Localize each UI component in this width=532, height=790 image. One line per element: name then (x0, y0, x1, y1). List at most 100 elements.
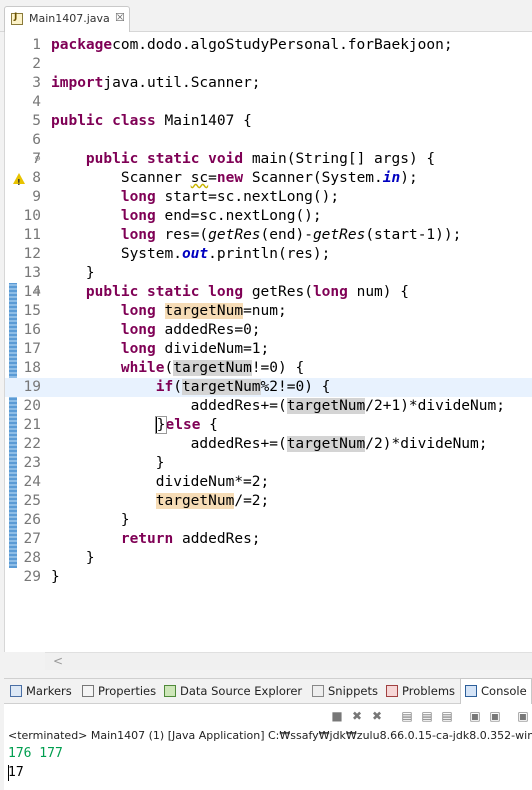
code-token: (start-1)); (365, 227, 462, 243)
code-line[interactable]: 9 long start=sc.nextLong(); (5, 188, 532, 207)
code-line[interactable]: 19 if(targetNum%2!=0) { (5, 378, 532, 397)
code-token: long (120, 208, 156, 224)
word-wrap-icon[interactable]: ▤ (440, 709, 454, 723)
code-token: long (120, 322, 156, 338)
code-token: targetNum (173, 360, 252, 376)
tab-properties-label: Properties (98, 684, 157, 698)
bottom-view-tabs: Markers Properties Data Source Explorer … (4, 678, 532, 705)
code-text: } (51, 568, 60, 587)
code-token: if (155, 379, 174, 395)
code-text: public class Main1407 { (51, 112, 252, 131)
line-number: 19 (23, 379, 41, 395)
code-line[interactable]: 25 targetNum/=2; (5, 492, 532, 511)
code-token: getRes (312, 227, 366, 243)
code-token: /=2; (234, 493, 270, 509)
code-line[interactable]: 1 packagecom.dodo.algoStudyPersonal.forBa… (5, 36, 532, 55)
code-line[interactable]: 27 return addedRes; (5, 530, 532, 549)
code-line[interactable]: 15 long targetNum=num; (5, 302, 532, 321)
line-number: 20 (23, 398, 41, 414)
code-token: Scanner(System. (243, 170, 383, 186)
editor-tab-bar: Main1407.java ☒ (0, 0, 532, 32)
terminate-icon[interactable]: ■ (330, 709, 344, 723)
code-line[interactable]: 4 (5, 93, 532, 112)
collapse-icon[interactable]: ⊖ (35, 283, 40, 302)
code-text: packagecom.dodo.algoStudyPersonal.forBae… (51, 36, 453, 55)
code-line[interactable]: 17 long divideNum=1; (5, 340, 532, 359)
code-line[interactable]: 12 System.out.println(res); (5, 245, 532, 264)
line-number: 26 (23, 512, 41, 528)
code-line[interactable]: 10 long end=sc.nextLong(); (5, 207, 532, 226)
code-line[interactable]: 22 addedRes+=(targetNum/2)*divideNum; (5, 435, 532, 454)
code-line[interactable]: 8 Scanner sc=new Scanner(System.in); (5, 169, 532, 192)
line-number: 6 (32, 132, 41, 148)
horizontal-scrollbar[interactable]: < (45, 652, 532, 670)
code-line[interactable]: 11 long res=(getRes(end)-getRes(start-1)… (5, 226, 532, 245)
code-text: addedRes+=(targetNum/2+1)*divideNum; (51, 397, 505, 416)
editor-tab-main1407[interactable]: Main1407.java ☒ (4, 6, 130, 32)
console-output-area[interactable]: 176 177 17 (4, 744, 532, 790)
code-line[interactable]: 23 } (5, 454, 532, 473)
show-on-stderr-icon[interactable]: ▣ (488, 709, 502, 723)
tab-problems-label: Problems (402, 684, 456, 698)
code-line[interactable]: 24 divideNum*=2; (5, 473, 532, 492)
console-icon (465, 684, 477, 697)
code-token: { (200, 417, 218, 433)
code-token: com.dodo.algoStudyPersonal.forBaekjoon; (112, 37, 453, 53)
close-tab-icon[interactable]: ☒ (115, 11, 125, 24)
code-token: addedRes+=( (51, 398, 287, 414)
line-number: 21 (23, 417, 41, 433)
code-token: class (112, 113, 156, 129)
open-console-icon[interactable]: ▣ (516, 709, 530, 723)
tab-console[interactable]: Console (460, 678, 532, 705)
console-caret (8, 765, 9, 781)
remove-all-launches-icon[interactable]: ✖ (370, 709, 384, 723)
scroll-lock-icon[interactable]: ▤ (420, 709, 434, 723)
tab-data-source-explorer[interactable]: Data Source Explorer (164, 679, 302, 703)
remove-launch-icon[interactable]: ✖ (350, 709, 364, 723)
code-token: Main1407 { (155, 113, 252, 129)
tab-snippets-label: Snippets (328, 684, 378, 698)
tab-snippets[interactable]: Snippets (312, 679, 378, 703)
scroll-left-icon[interactable]: < (53, 654, 63, 668)
code-token: !=0) { (251, 360, 305, 376)
tab-problems[interactable]: Problems (386, 679, 455, 703)
collapse-icon[interactable]: ⊖ (35, 150, 40, 169)
code-line[interactable]: 13 } (5, 264, 532, 283)
code-token: sc (190, 170, 209, 186)
tab-markers[interactable]: Markers (10, 679, 72, 703)
code-line[interactable]: 5 public class Main1407 { (5, 112, 532, 131)
code-token: divideNum=1; (155, 341, 270, 357)
show-on-stdout-icon[interactable]: ▣ (468, 709, 482, 723)
code-line[interactable]: 7 ⊖ public static void main(String[] args… (5, 150, 532, 169)
code-token: static (147, 284, 200, 300)
code-token: addedRes; (173, 531, 261, 547)
code-token: out (181, 246, 209, 262)
code-token: } (51, 569, 60, 585)
code-token: end=sc.nextLong(); (155, 208, 322, 224)
code-line[interactable]: 18 while(targetNum!=0) { (5, 359, 532, 378)
code-line[interactable]: 14 ⊖ public static long getRes(long num) … (5, 283, 532, 302)
code-line[interactable]: 26 } (5, 511, 532, 530)
code-line[interactable]: 16 long addedRes=0; (5, 321, 532, 340)
code-text: Scanner sc=new Scanner(System.in); (51, 169, 418, 188)
code-line[interactable]: 6 (5, 131, 532, 150)
code-token: res=( (155, 227, 209, 243)
code-line[interactable]: 3 importjava.util.Scanner; (5, 74, 532, 93)
line-number: 11 (23, 227, 41, 243)
console-launch-description: <terminated> Main1407 (1) [Java Applicat… (4, 728, 532, 744)
code-text: while(targetNum!=0) { (51, 359, 304, 378)
code-line[interactable]: 29} (5, 568, 532, 587)
code-line[interactable]: 21 }else { (5, 416, 532, 435)
code-line[interactable]: 28 } (5, 549, 532, 568)
code-editor[interactable]: 1 packagecom.dodo.algoStudyPersonal.forBa… (4, 32, 532, 670)
line-number: 23 (23, 455, 41, 471)
clear-console-icon[interactable]: ▤ (400, 709, 414, 723)
line-number: 9 (32, 189, 41, 205)
code-line[interactable]: 2 (5, 55, 532, 74)
warning-icon[interactable] (13, 173, 25, 192)
code-line[interactable]: 20 addedRes+=(targetNum/2+1)*divideNum; (5, 397, 532, 416)
tab-properties[interactable]: Properties (82, 679, 156, 703)
